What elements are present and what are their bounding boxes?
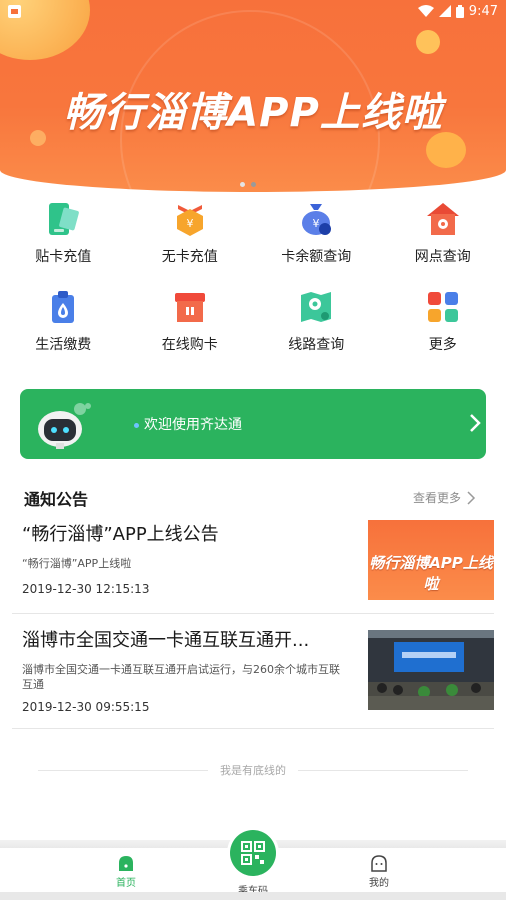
notice-date: 2019-12-30 12:15:13	[22, 582, 150, 596]
welcome-text: 欢迎使用齐达通	[134, 414, 242, 434]
carousel-dot-active[interactable]	[251, 182, 256, 187]
notice-subtitle: 淄博市全国交通一卡通互联互通开启试运行，与260余个城市互联互通	[22, 663, 340, 691]
service-label: 卡余额查询	[281, 249, 352, 265]
home-icon	[119, 856, 133, 871]
service-label: 网点查询	[414, 249, 471, 265]
service-no-card-recharge[interactable]: ¥ 无卡充值	[127, 200, 254, 268]
service-buy-card[interactable]: 在线购卡	[127, 288, 254, 356]
thumbnail-text: 畅行淄博APP上线啦	[369, 554, 493, 593]
service-route-query[interactable]: 线路查询	[253, 288, 380, 356]
tab-label: 我的	[369, 878, 389, 889]
battery-icon	[455, 4, 464, 18]
service-bill-payment[interactable]: 生活缴费	[0, 288, 127, 356]
clock: 9:47	[468, 3, 498, 19]
signal-icon	[438, 5, 451, 17]
notices-heading: 通知公告	[24, 490, 89, 509]
service-label: 更多	[428, 337, 457, 353]
service-label: 贴卡充值	[35, 249, 92, 265]
profile-icon	[371, 855, 387, 872]
system-nav-bar	[0, 892, 506, 900]
carousel-dot[interactable]	[240, 182, 245, 187]
tab-label: 首页	[116, 878, 136, 889]
status-bar: 9:47	[0, 0, 506, 22]
notification-app-icon	[8, 4, 21, 18]
tab-mine[interactable]: 我的	[349, 854, 409, 889]
service-card-recharge[interactable]: 贴卡充值	[0, 200, 127, 268]
view-more-label: 查看更多	[413, 491, 462, 505]
welcome-banner[interactable]: 欢迎使用齐达通	[20, 389, 486, 459]
service-outlet-query[interactable]: 网点查询	[380, 200, 506, 268]
wifi-icon	[417, 5, 434, 17]
more-icon	[424, 288, 462, 326]
notice-title: 淄博市全国交通一卡通互联互通开...	[22, 630, 310, 651]
no-card-recharge-icon: ¥	[171, 200, 209, 238]
card-recharge-icon	[44, 200, 82, 238]
service-label: 生活缴费	[35, 337, 92, 353]
ride-code-button[interactable]	[230, 830, 276, 876]
chevron-right-icon	[470, 414, 481, 432]
banner-decoration	[416, 30, 440, 54]
meeting-photo	[368, 630, 494, 710]
notice-title: “畅行淄博”APP上线公告	[22, 524, 219, 545]
service-more[interactable]: 更多	[380, 288, 506, 356]
service-grid: 贴卡充值 ¥ 无卡充值 ¥ 卡余额查询 网点查询 生活缴费 在线购卡 线路查询 …	[0, 200, 506, 356]
chevron-right-icon	[467, 490, 476, 505]
notice-subtitle: “畅行淄博”APP上线啦	[22, 557, 132, 570]
view-more-link[interactable]: 查看更多	[413, 489, 476, 506]
notice-item[interactable]: 淄博市全国交通一卡通互联互通开... 淄博市全国交通一卡通互联互通开启试运行，与…	[22, 626, 494, 718]
buy-card-icon	[171, 288, 209, 326]
svg-text:¥: ¥	[186, 217, 193, 230]
tab-home[interactable]: 首页	[96, 854, 156, 889]
banner-title: 畅行淄博APP上线啦	[63, 90, 443, 136]
notice-thumbnail: 畅行淄博APP上线啦	[368, 520, 494, 600]
svg-text:¥: ¥	[313, 217, 320, 230]
notice-date: 2019-12-30 09:55:15	[22, 700, 150, 714]
service-label: 线路查询	[288, 337, 345, 353]
divider	[12, 728, 494, 729]
promo-banner[interactable]: 畅行淄博APP上线啦	[0, 0, 506, 192]
carousel-indicator	[240, 182, 256, 187]
outlet-query-icon	[424, 200, 462, 238]
divider	[12, 613, 494, 614]
notice-item[interactable]: “畅行淄博”APP上线公告 “畅行淄博”APP上线啦 2019-12-30 12…	[22, 520, 494, 602]
notice-thumbnail	[368, 630, 494, 710]
qr-code-icon	[241, 841, 265, 865]
bill-payment-icon	[44, 288, 82, 326]
end-of-list: 我是有底线的	[0, 762, 506, 778]
app-screen: 畅行淄博APP上线啦 9:47 贴卡充值 ¥ 无卡充值 ¥ 卡余额查询 网点查询…	[0, 0, 506, 900]
service-balance-query[interactable]: ¥ 卡余额查询	[253, 200, 380, 268]
robot-mascot-icon	[38, 403, 91, 449]
end-of-list-text: 我是有底线的	[208, 764, 298, 777]
service-label: 在线购卡	[161, 337, 218, 353]
route-query-icon	[297, 288, 335, 326]
balance-query-icon: ¥	[297, 200, 335, 238]
service-label: 无卡充值	[161, 249, 218, 265]
